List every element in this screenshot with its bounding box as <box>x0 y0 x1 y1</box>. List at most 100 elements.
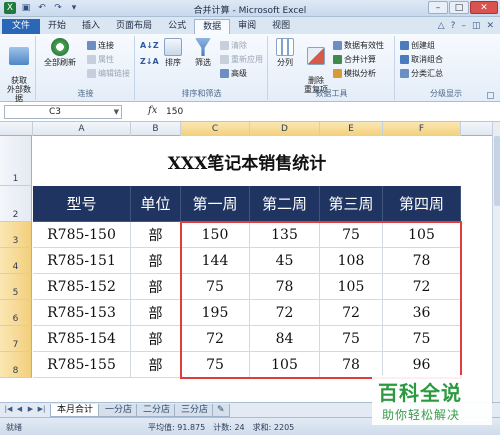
table-cell[interactable]: 部 <box>131 222 181 248</box>
table-cell[interactable]: 72 <box>250 300 320 326</box>
tab-home[interactable]: 开始 <box>40 19 74 34</box>
table-cell[interactable]: 72 <box>383 274 461 300</box>
header-cell[interactable]: 第二周 <box>250 186 320 222</box>
row-header-6[interactable]: 6 <box>0 300 32 326</box>
scroll-thumb[interactable] <box>494 136 500 206</box>
last-sheet-icon[interactable]: ▶| <box>37 405 46 413</box>
sort-az-button[interactable]: A↓Z <box>140 40 159 51</box>
table-cell[interactable]: 部 <box>131 300 181 326</box>
help-icon[interactable]: ? <box>451 19 456 34</box>
filter-button[interactable]: 筛选 <box>190 38 216 67</box>
table-cell[interactable]: 75 <box>181 274 250 300</box>
ungroup-button[interactable]: 取消组合 <box>400 54 443 65</box>
sheet-tab-store-1[interactable]: 一分店 <box>98 404 140 417</box>
subtotal-button[interactable]: 分类汇总 <box>400 68 443 79</box>
refresh-all-button[interactable]: 全部刷新 <box>40 38 80 67</box>
properties-button[interactable]: 属性 <box>87 54 114 65</box>
insert-function-icon[interactable]: fx <box>148 105 157 116</box>
ribbon-collapse-icon[interactable]: △ <box>438 19 445 34</box>
row-header-5[interactable]: 5 <box>0 274 32 300</box>
workbook-close-icon[interactable]: ✕ <box>486 19 494 34</box>
name-box[interactable]: C3 ▼ <box>4 105 122 119</box>
table-cell[interactable]: 部 <box>131 248 181 274</box>
clear-filter-button[interactable]: 清除 <box>220 40 247 51</box>
sort-za-button[interactable]: Z↓A <box>140 56 159 67</box>
table-cell[interactable]: 150 <box>181 222 250 248</box>
text-to-columns-button[interactable]: 分列 <box>271 38 299 67</box>
table-cell[interactable]: 75 <box>320 222 383 248</box>
maximize-button[interactable]: □ <box>449 1 469 14</box>
table-cell[interactable]: 105 <box>250 352 320 378</box>
table-cell[interactable]: 78 <box>383 248 461 274</box>
row-header-2[interactable]: 2 <box>0 186 32 222</box>
name-box-dropdown-icon[interactable]: ▼ <box>114 106 119 118</box>
next-sheet-icon[interactable]: ▶ <box>26 405 35 413</box>
sheet-tab-store-2[interactable]: 二分店 <box>136 404 178 417</box>
header-cell[interactable]: 第四周 <box>383 186 461 222</box>
row-header-4[interactable]: 4 <box>0 248 32 274</box>
formula-input[interactable]: 150 <box>166 105 486 119</box>
edit-links-button[interactable]: 编辑链接 <box>87 68 130 79</box>
sheet-tab-store-3[interactable]: 三分店 <box>174 404 216 417</box>
column-header-f[interactable]: F <box>383 122 461 136</box>
row-header-7[interactable]: 7 <box>0 326 32 352</box>
tab-data[interactable]: 数据 <box>194 19 231 34</box>
sheet-tab-total[interactable]: 本月合计 <box>50 404 101 417</box>
table-cell[interactable]: 75 <box>181 352 250 378</box>
new-sheet-icon[interactable]: ✎ <box>212 404 230 417</box>
table-cell[interactable]: 78 <box>250 274 320 300</box>
header-cell[interactable]: 第三周 <box>320 186 383 222</box>
tab-insert[interactable]: 插入 <box>74 19 108 34</box>
column-header-c[interactable]: C <box>181 122 250 136</box>
table-cell[interactable]: 144 <box>181 248 250 274</box>
table-cell[interactable]: 36 <box>383 300 461 326</box>
table-cell[interactable]: 45 <box>250 248 320 274</box>
column-header-e[interactable]: E <box>320 122 383 136</box>
table-cell[interactable]: 72 <box>181 326 250 352</box>
consolidate-button[interactable]: 合并计算 <box>333 54 376 65</box>
table-cell[interactable]: R785-152 <box>33 274 131 300</box>
what-if-button[interactable]: 模拟分析 <box>333 68 376 79</box>
get-external-data-button[interactable]: 获取 外部数据 <box>4 38 34 103</box>
header-cell[interactable]: 第一周 <box>181 186 250 222</box>
sort-button[interactable]: 排序 <box>160 38 186 67</box>
table-cell[interactable]: 75 <box>383 326 461 352</box>
vertical-scrollbar[interactable] <box>492 122 500 402</box>
data-validation-button[interactable]: 数据有效性 <box>333 40 384 51</box>
table-cell[interactable]: 部 <box>131 274 181 300</box>
sheet-title[interactable]: XXX笔记本销售统计 <box>33 136 461 186</box>
close-button[interactable]: ✕ <box>470 1 498 14</box>
worksheet-grid[interactable]: ABCDEF 12345678 XXX笔记本销售统计 型号 单位 第一周 第二周 第三周… <box>0 122 492 402</box>
first-sheet-icon[interactable]: |◀ <box>4 405 13 413</box>
row-header-8[interactable]: 8 <box>0 352 32 378</box>
table-cell[interactable]: 105 <box>383 222 461 248</box>
table-cell[interactable]: R785-154 <box>33 326 131 352</box>
table-cell[interactable]: R785-151 <box>33 248 131 274</box>
workbook-restore-icon[interactable]: ◫ <box>472 19 481 34</box>
column-header-b[interactable]: B <box>131 122 181 136</box>
workbook-minimize-icon[interactable]: – <box>461 19 466 34</box>
table-cell[interactable]: R785-150 <box>33 222 131 248</box>
table-cell[interactable]: R785-155 <box>33 352 131 378</box>
tab-file[interactable]: 文件 <box>2 19 41 34</box>
table-cell[interactable]: 84 <box>250 326 320 352</box>
table-cell[interactable]: 72 <box>320 300 383 326</box>
advanced-filter-button[interactable]: 高级 <box>220 68 247 79</box>
outline-launcher-icon[interactable] <box>487 92 494 99</box>
prev-sheet-icon[interactable]: ◀ <box>15 405 24 413</box>
row-header-3[interactable]: 3 <box>0 222 32 248</box>
table-cell[interactable]: 部 <box>131 352 181 378</box>
tab-review[interactable]: 审阅 <box>230 19 264 34</box>
header-cell[interactable]: 单位 <box>131 186 181 222</box>
table-cell[interactable]: 195 <box>181 300 250 326</box>
reapply-button[interactable]: 重新应用 <box>220 54 263 65</box>
table-cell[interactable]: 部 <box>131 326 181 352</box>
table-cell[interactable]: 75 <box>320 326 383 352</box>
column-header-a[interactable]: A <box>33 122 131 136</box>
tab-formulas[interactable]: 公式 <box>160 19 194 34</box>
group-button[interactable]: 创建组 <box>400 40 435 51</box>
tab-view[interactable]: 视图 <box>264 19 298 34</box>
tab-page-layout[interactable]: 页面布局 <box>108 19 160 34</box>
table-cell[interactable]: 135 <box>250 222 320 248</box>
table-cell[interactable]: 105 <box>320 274 383 300</box>
